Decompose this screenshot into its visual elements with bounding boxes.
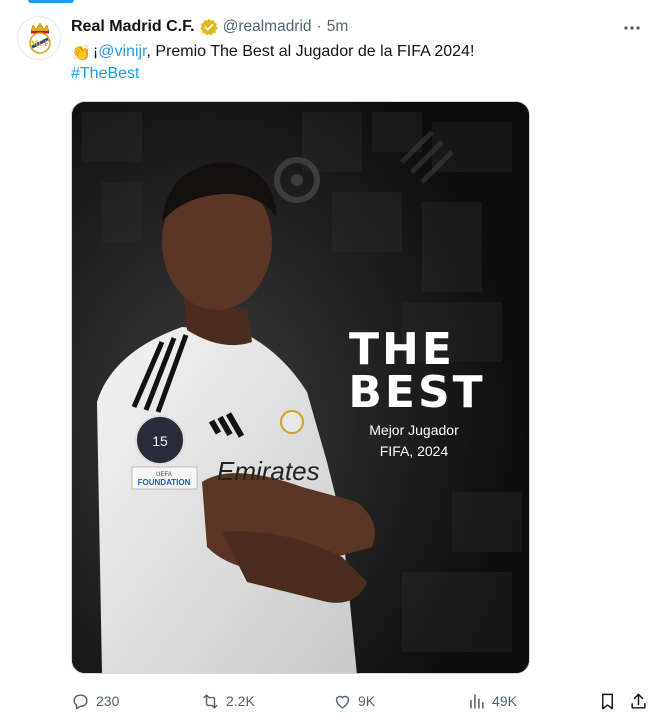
- tweet[interactable]: MCF Real Madrid C.F. @realmadrid · 5m 👏 ¡…: [0, 0, 656, 725]
- separator-dot: ·: [316, 18, 322, 35]
- repost-icon: [203, 693, 218, 709]
- tweet-header: Real Madrid C.F. @realmadrid · 5m: [71, 16, 348, 38]
- reply-button[interactable]: 230: [71, 688, 119, 714]
- repost-button[interactable]: 2.2K: [201, 688, 255, 714]
- award-subtitle-line2: FIFA, 2024: [380, 443, 449, 459]
- reply-count: 230: [96, 693, 120, 709]
- repost-count: 2.2K: [226, 693, 255, 709]
- avatar[interactable]: MCF: [17, 16, 61, 60]
- shirt-sponsor: Emirates: [217, 456, 320, 486]
- more-horizontal-icon: [624, 26, 640, 30]
- clapping-hands-emoji: 👏: [71, 45, 91, 62]
- analytics-icon: [470, 693, 484, 709]
- view-count: 49K: [492, 693, 517, 709]
- mention-link[interactable]: @vinijr: [98, 43, 146, 60]
- like-count: 9K: [358, 693, 376, 709]
- hashtag-link[interactable]: #TheBest: [71, 65, 139, 82]
- real-madrid-crest-icon: MCF: [18, 17, 60, 59]
- share-button[interactable]: [629, 688, 648, 714]
- more-options-button[interactable]: [622, 18, 642, 38]
- like-button[interactable]: 9K: [333, 688, 375, 714]
- handle[interactable]: @realmadrid: [223, 18, 312, 36]
- award-subtitle-line1: Mejor Jugador: [369, 422, 459, 438]
- tweet-actions: 230 2.2K 9K 49K: [71, 688, 656, 714]
- views-button[interactable]: 49K: [467, 688, 517, 714]
- bookmark-icon: [602, 693, 613, 709]
- heart-icon: [335, 695, 350, 709]
- patch-line2: FOUNDATION: [138, 478, 191, 487]
- reply-icon: [73, 693, 88, 709]
- share-icon: [631, 693, 646, 709]
- text-body: , Premio The Best al Jugador de la FIFA …: [146, 43, 475, 60]
- verified-badge-icon[interactable]: [199, 18, 218, 36]
- svg-text:MCF: MCF: [31, 39, 49, 48]
- badge-number: 15: [152, 433, 168, 449]
- bookmark-button[interactable]: [598, 688, 617, 714]
- tweet-image[interactable]: Emirates 15 UEFA FOUNDATION THE BEST Mej…: [71, 101, 530, 674]
- tweet-text: 👏 ¡@vinijr, Premio The Best al Jugador de…: [71, 41, 631, 85]
- timestamp[interactable]: 5m: [327, 18, 349, 36]
- the-best-title-line2: BEST: [348, 367, 485, 418]
- display-name[interactable]: Real Madrid C.F.: [71, 18, 195, 36]
